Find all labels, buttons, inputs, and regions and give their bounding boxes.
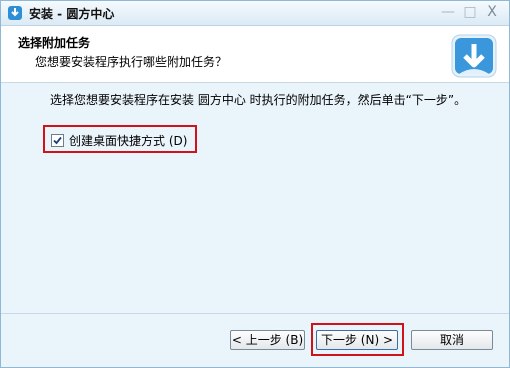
task-description: 选择您想要安装程序在安装 圆方中心 时执行的附加任务，然后单击“下一步”。 [50,93,467,107]
minimize-button[interactable]: — [439,4,457,20]
cancel-button[interactable]: 取消 [411,330,493,350]
page-title: 选择附加任务 [18,36,91,50]
page-subtitle: 您想要安装程序执行哪些附加任务？ [35,55,228,69]
title-bar[interactable]: 安装 - 圆方中心 — □ X [1,1,509,26]
task-desktop-shortcut[interactable]: 创建桌面快捷方式 (D) [43,125,197,153]
maximize-button[interactable]: □ [461,4,479,20]
close-button[interactable]: X [483,4,501,20]
desktop-shortcut-checkbox[interactable] [51,134,64,147]
wizard-header: 选择附加任务 您想要安装程序执行哪些附加任务？ [1,26,509,83]
window-title: 安装 - 圆方中心 [29,7,115,21]
footer-divider [1,313,509,314]
desktop-shortcut-label: 创建桌面快捷方式 (D) [69,134,188,148]
next-button[interactable]: 下一步 (N) > [316,330,398,350]
download-arrow-icon [451,34,497,78]
installer-app-icon [8,6,22,20]
installer-window: 安装 - 圆方中心 — □ X 选择附加任务 您想要安装程序执行哪些附加任务？ … [0,0,510,368]
wizard-body: 选择您想要安装程序在安装 圆方中心 时执行的附加任务，然后单击“下一步”。 创建… [1,83,509,313]
back-button[interactable]: < 上一步 (B) [230,330,305,350]
checkmark-icon [53,136,62,145]
